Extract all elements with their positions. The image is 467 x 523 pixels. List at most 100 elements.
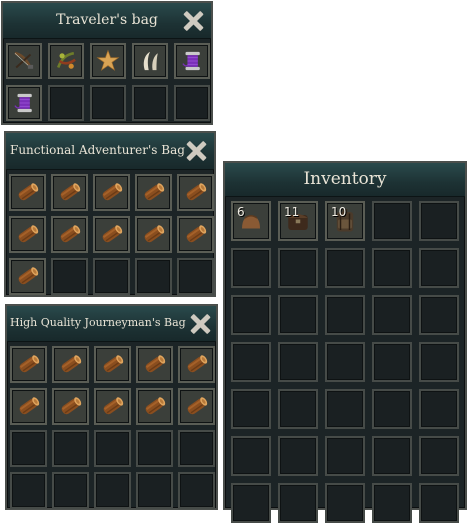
travelers-bag-slot[interactable] <box>6 43 42 79</box>
functional-adventurers-bag-slot[interactable] <box>135 216 172 253</box>
functional-adventurers-bag-slot[interactable] <box>93 216 130 253</box>
starfish-icon[interactable] <box>95 48 121 74</box>
functional-adventurers-bag-slot[interactable] <box>9 216 46 253</box>
inventory-slot[interactable] <box>278 483 318 523</box>
inventory-slot[interactable] <box>419 342 459 382</box>
travelers-bag-close-icon[interactable] <box>182 10 204 32</box>
inventory-slot[interactable] <box>278 436 318 476</box>
wood-log-icon[interactable] <box>182 221 209 248</box>
inventory-slot[interactable] <box>325 436 365 476</box>
high-quality-journeymans-bag-slot[interactable] <box>178 346 215 383</box>
wood-log-icon[interactable] <box>15 393 42 420</box>
high-quality-journeymans-bag-slot[interactable] <box>136 346 173 383</box>
functional-adventurers-bag-close-icon[interactable] <box>185 140 207 162</box>
wood-log-icon[interactable] <box>182 179 209 206</box>
high-quality-journeymans-bag-slot[interactable] <box>52 388 89 425</box>
wood-log-icon[interactable] <box>57 351 84 378</box>
inventory-slot[interactable] <box>419 436 459 476</box>
travelers-bag-slot[interactable] <box>90 85 126 121</box>
inventory-slot[interactable] <box>372 295 412 335</box>
inventory-slot[interactable] <box>231 436 271 476</box>
wood-log-icon[interactable] <box>140 221 167 248</box>
travelers-bag-header[interactable]: Traveler's bag <box>3 3 211 39</box>
inventory-slot[interactable] <box>231 248 271 288</box>
travelers-bag-slot[interactable] <box>48 43 84 79</box>
inventory-slot[interactable] <box>278 248 318 288</box>
inventory-slot[interactable] <box>372 483 412 523</box>
high-quality-journeymans-bag-slot[interactable] <box>94 430 131 467</box>
wood-log-icon[interactable] <box>183 393 210 420</box>
wood-log-icon[interactable] <box>14 263 41 290</box>
high-quality-journeymans-bag-header[interactable]: High Quality Journeyman's Bag <box>7 306 216 342</box>
purple-thread-spool-icon[interactable] <box>179 48 205 74</box>
inventory-slot[interactable]: 10 <box>325 201 365 241</box>
functional-adventurers-bag-header[interactable]: Functional Adventurer's Bag <box>6 133 214 170</box>
travelers-bag-slot[interactable] <box>48 85 84 121</box>
high-quality-journeymans-bag-slot[interactable] <box>10 346 47 383</box>
functional-adventurers-bag-slot[interactable] <box>135 174 172 211</box>
travelers-bag-slot[interactable] <box>174 43 210 79</box>
high-quality-journeymans-bag-slot[interactable] <box>10 388 47 425</box>
inventory-slot[interactable] <box>231 342 271 382</box>
wood-log-icon[interactable] <box>15 351 42 378</box>
inventory-slot[interactable] <box>325 342 365 382</box>
wood-log-icon[interactable] <box>98 179 125 206</box>
travelers-bag-slot[interactable] <box>132 43 168 79</box>
high-quality-journeymans-bag-slot[interactable] <box>94 388 131 425</box>
functional-adventurers-bag-slot[interactable] <box>9 174 46 211</box>
crossbow-icon[interactable] <box>11 48 37 74</box>
wood-log-icon[interactable] <box>140 179 167 206</box>
wood-log-icon[interactable] <box>14 221 41 248</box>
travelers-bag-slot[interactable] <box>6 85 42 121</box>
inventory-slot[interactable] <box>372 248 412 288</box>
herb-bundle-icon[interactable] <box>53 48 79 74</box>
travelers-bag-slot[interactable] <box>90 43 126 79</box>
functional-adventurers-bag-slot[interactable] <box>135 258 172 295</box>
wood-log-icon[interactable] <box>56 221 83 248</box>
inventory-slot[interactable] <box>372 342 412 382</box>
inventory-slot[interactable] <box>372 436 412 476</box>
wood-log-icon[interactable] <box>14 179 41 206</box>
inventory-slot[interactable]: 6 <box>231 201 271 241</box>
claws-icon[interactable] <box>137 48 163 74</box>
wood-log-icon[interactable] <box>183 351 210 378</box>
functional-adventurers-bag-slot[interactable] <box>93 258 130 295</box>
functional-adventurers-bag-slot[interactable] <box>51 174 88 211</box>
wood-log-icon[interactable] <box>99 351 126 378</box>
functional-adventurers-bag-slot[interactable] <box>177 216 214 253</box>
inventory-slot[interactable] <box>325 295 365 335</box>
inventory-slot[interactable] <box>325 483 365 523</box>
high-quality-journeymans-bag-slot[interactable] <box>136 430 173 467</box>
inventory-slot[interactable] <box>419 483 459 523</box>
functional-adventurers-bag-slot[interactable] <box>9 258 46 295</box>
inventory-slot[interactable] <box>419 389 459 429</box>
inventory-header[interactable]: Inventory <box>225 163 465 197</box>
inventory-slot[interactable] <box>231 295 271 335</box>
functional-adventurers-bag-slot[interactable] <box>51 258 88 295</box>
inventory-slot[interactable] <box>419 248 459 288</box>
functional-adventurers-bag-slot[interactable] <box>177 174 214 211</box>
high-quality-journeymans-bag-slot[interactable] <box>94 346 131 383</box>
wood-log-icon[interactable] <box>99 393 126 420</box>
high-quality-journeymans-bag-slot[interactable] <box>52 346 89 383</box>
inventory-slot[interactable] <box>231 389 271 429</box>
inventory-slot[interactable] <box>419 201 459 241</box>
inventory-slot[interactable] <box>372 201 412 241</box>
high-quality-journeymans-bag-slot[interactable] <box>136 472 173 509</box>
inventory-slot[interactable] <box>325 389 365 429</box>
high-quality-journeymans-bag-slot[interactable] <box>178 388 215 425</box>
wood-log-icon[interactable] <box>98 221 125 248</box>
high-quality-journeymans-bag-slot[interactable] <box>178 430 215 467</box>
high-quality-journeymans-bag-slot[interactable] <box>136 388 173 425</box>
functional-adventurers-bag-slot[interactable] <box>177 258 214 295</box>
inventory-slot[interactable] <box>419 295 459 335</box>
travelers-bag-slot[interactable] <box>174 85 210 121</box>
wood-log-icon[interactable] <box>57 393 84 420</box>
high-quality-journeymans-bag-slot[interactable] <box>94 472 131 509</box>
travelers-bag-slot[interactable] <box>132 85 168 121</box>
high-quality-journeymans-bag-slot[interactable] <box>52 472 89 509</box>
purple-thread-spool-icon[interactable] <box>11 90 37 116</box>
inventory-slot[interactable] <box>278 295 318 335</box>
functional-adventurers-bag-slot[interactable] <box>51 216 88 253</box>
wood-log-icon[interactable] <box>141 393 168 420</box>
